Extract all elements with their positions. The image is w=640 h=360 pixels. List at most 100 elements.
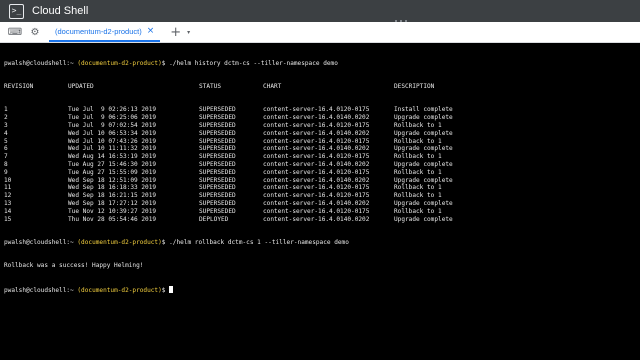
table-row: 9 Tue Aug 27 15:55:09 2019 SUPERSEDED conte… (4, 169, 636, 177)
table-cell: Rollback to 1 (394, 153, 442, 161)
add-tab-icon[interactable]: + (170, 25, 181, 40)
table-cell: SUPERSEDED (199, 106, 236, 114)
table-cell: content-server-16.4.0120-0175 (263, 207, 370, 215)
table-cell: 13 (4, 199, 12, 207)
table-cell: Upgrade complete (394, 176, 453, 184)
table-row: 11 Wed Sep 18 16:18:33 2019 SUPERSEDED cont… (4, 184, 636, 192)
table-cell: 12 (4, 192, 12, 200)
table-cell: 7 (4, 153, 8, 161)
table-cell: Rollback to 1 (394, 207, 442, 215)
table-cell: SUPERSEDED (199, 137, 236, 145)
table-cell: content-server-16.4.0140.0202 (263, 176, 370, 184)
table-cell: Tue Nov 12 10:39:27 2019 (68, 207, 157, 215)
table-cell: SUPERSEDED (199, 168, 236, 176)
history-rows: 1 Tue Jul 9 02:26:13 2019 SUPERSEDED conten… (4, 106, 636, 223)
table-cell: 2 (4, 114, 8, 122)
close-tab-icon[interactable]: × (147, 26, 155, 36)
table-cell: 4 (4, 129, 8, 137)
table-cell: content-server-16.4.0140.0202 (263, 160, 370, 168)
table-cell: 5 (4, 137, 8, 145)
tab-label: (documentum-d2-product) (55, 26, 142, 36)
terminal-cursor (169, 285, 174, 293)
table-cell: Upgrade complete (394, 145, 453, 153)
table-cell: 15 (4, 215, 12, 223)
table-cell: content-server-16.4.0120-0175 (263, 153, 370, 161)
table-cell: Tue Aug 27 15:55:09 2019 (68, 168, 157, 176)
table-cell: content-server-16.4.0120-0175 (263, 137, 370, 145)
table-cell: Wed Sep 18 16:21:15 2019 (68, 192, 157, 200)
table-cell: 10 (4, 176, 12, 184)
table-cell: SUPERSEDED (199, 160, 236, 168)
table-cell: SUPERSEDED (199, 207, 236, 215)
settings-gear-icon[interactable]: ⚙ (25, 22, 45, 42)
table-cell: content-server-16.4.0140.0202 (263, 215, 370, 223)
table-cell: SUPERSEDED (199, 129, 236, 137)
table-cell: Upgrade complete (394, 215, 453, 223)
table-row: 2 Tue Jul 9 06:25:06 2019 SUPERSEDED conten… (4, 114, 636, 122)
table-row: 7 Wed Aug 14 16:53:19 2019 SUPERSEDED conte… (4, 153, 636, 161)
terminal-tab[interactable]: (documentum-d2-product) × (49, 22, 161, 42)
command-text: ./helm history dctm-cs --tiller-namespac… (169, 59, 338, 67)
table-cell: content-server-16.4.0120-0175 (263, 121, 370, 129)
table-cell: Upgrade complete (394, 129, 453, 137)
table-row: 8 Tue Aug 27 15:46:30 2019 SUPERSEDED conte… (4, 161, 636, 169)
table-cell: SUPERSEDED (199, 199, 236, 207)
table-cell: Thu Nov 28 05:54:46 2019 (68, 215, 157, 223)
table-cell: Tue Jul 9 02:26:13 2019 (68, 106, 157, 114)
table-cell: Rollback to 1 (394, 184, 442, 192)
keyboard-icon[interactable]: ⌨ (5, 22, 25, 42)
table-row: 6 Wed Jul 10 11:11:32 2019 SUPERSEDED conte… (4, 145, 636, 153)
table-cell: Tue Jul 9 06:25:06 2019 (68, 114, 157, 122)
table-cell: SUPERSEDED (199, 114, 236, 122)
table-cell: Upgrade complete (394, 160, 453, 168)
table-row: 10 Wed Sep 18 12:51:09 2019 SUPERSEDED cont… (4, 177, 636, 185)
table-cell: 14 (4, 207, 12, 215)
table-cell: 1 (4, 106, 8, 114)
table-cell: 9 (4, 168, 8, 176)
command-output: Rollback was a success! Happy Helming! (4, 262, 144, 270)
prompt-line: pwalsh@cloudshell:~ (documentum-d2-produ… (4, 59, 338, 67)
tab-toolbar: ⌨ ⚙ (documentum-d2-product) × + ▾ (0, 22, 640, 43)
table-cell: Rollback to 1 (394, 192, 442, 200)
table-row: 15 Thu Nov 28 05:54:46 2019 DEPLOYED conten… (4, 216, 636, 224)
prompt-line: pwalsh@cloudshell:~ (documentum-d2-produ… (4, 238, 349, 246)
table-row: 4 Wed Jul 10 06:53:34 2019 SUPERSEDED conte… (4, 130, 636, 138)
table-cell: 8 (4, 160, 8, 168)
app-title: Cloud Shell (32, 5, 89, 17)
table-cell: content-server-16.4.0140.0202 (263, 199, 370, 207)
table-row: 13 Wed Sep 18 17:27:12 2019 SUPERSEDED cont… (4, 200, 636, 208)
table-cell: Tue Jul 9 07:02:54 2019 (68, 121, 157, 129)
table-cell: Wed Sep 18 16:18:33 2019 (68, 184, 157, 192)
table-cell: Install complete (394, 106, 453, 114)
terminal-output[interactable]: pwalsh@cloudshell:~ (documentum-d2-produ… (4, 44, 636, 301)
tab-menu-chevron-down-icon[interactable]: ▾ (187, 29, 190, 36)
table-row: 3 Tue Jul 9 07:02:54 2019 SUPERSEDED conten… (4, 122, 636, 130)
table-cell: Wed Sep 18 12:51:09 2019 (68, 176, 157, 184)
table-cell: SUPERSEDED (199, 176, 236, 184)
table-cell: Wed Jul 10 07:43:26 2019 (68, 137, 157, 145)
table-cell: Upgrade complete (394, 114, 453, 122)
table-row: 5 Wed Jul 10 07:43:26 2019 SUPERSEDED conte… (4, 138, 636, 146)
table-row: 12 Wed Sep 18 16:21:15 2019 SUPERSEDED cont… (4, 192, 636, 200)
table-cell: Rollback to 1 (394, 137, 442, 145)
table-cell: SUPERSEDED (199, 121, 236, 129)
table-cell: content-server-16.4.0140.0202 (263, 114, 370, 122)
table-cell: Rollback to 1 (394, 168, 442, 176)
table-cell: content-server-16.4.0120-0175 (263, 184, 370, 192)
command-text: ./helm rollback dctm-cs 1 --tiller-names… (169, 238, 349, 246)
table-cell: 3 (4, 121, 8, 129)
table-cell: SUPERSEDED (199, 145, 236, 153)
table-cell: content-server-16.4.0120-0175 (263, 106, 370, 114)
header-bar: >_ Cloud Shell (0, 0, 640, 22)
table-cell: Upgrade complete (394, 199, 453, 207)
table-row: 14 Tue Nov 12 10:39:27 2019 SUPERSEDED cont… (4, 208, 636, 216)
table-cell: Wed Sep 18 17:27:12 2019 (68, 199, 157, 207)
table-cell: content-server-16.4.0120-0175 (263, 192, 370, 200)
table-cell: Wed Aug 14 16:53:19 2019 (68, 153, 157, 161)
table-cell: SUPERSEDED (199, 192, 236, 200)
table-cell: Tue Aug 27 15:46:30 2019 (68, 160, 157, 168)
table-cell: SUPERSEDED (199, 153, 236, 161)
table-cell: DEPLOYED (199, 215, 229, 223)
table-cell: 6 (4, 145, 8, 153)
table-cell: content-server-16.4.0120-0175 (263, 168, 370, 176)
